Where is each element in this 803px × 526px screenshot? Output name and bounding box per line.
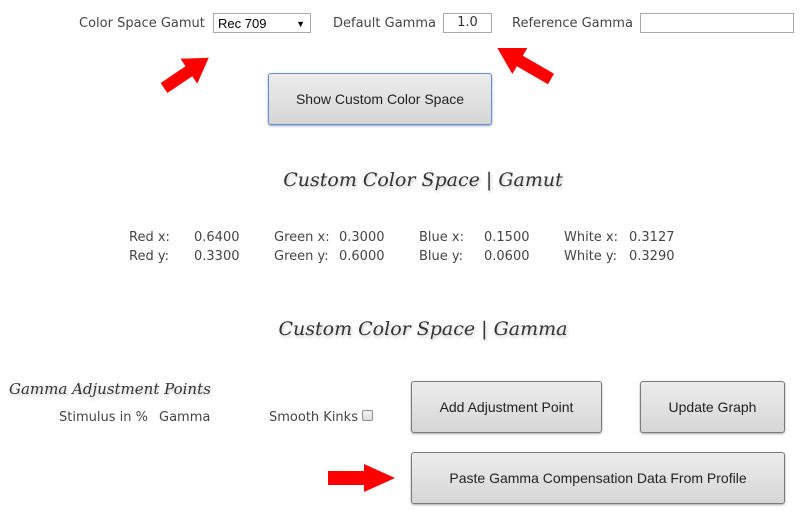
arrow-right-icon <box>328 464 395 492</box>
gamma-adjustment-title: Gamma Adjustment Points <box>9 380 211 398</box>
white-x-value: 0.3127 <box>629 230 675 245</box>
gamma-column-header: Gamma <box>159 410 211 425</box>
blue-x-label: Blue x: <box>419 230 464 245</box>
blue-y-label: Blue y: <box>419 249 464 264</box>
red-y-value: 0.3300 <box>194 249 240 264</box>
green-x-value: 0.3000 <box>339 230 385 245</box>
green-y-value: 0.6000 <box>339 249 385 264</box>
white-y-value: 0.3290 <box>629 249 675 264</box>
arrow-up-right-icon <box>160 57 209 93</box>
paste-gamma-data-button[interactable]: Paste Gamma Compensation Data From Profi… <box>411 452 785 504</box>
white-y-label: White y: <box>564 249 618 264</box>
blue-x-value: 0.1500 <box>484 230 530 245</box>
red-y-label: Red y: <box>129 249 169 264</box>
arrow-up-left-icon <box>497 48 554 85</box>
gamut-section-title: Custom Color Space | Gamut <box>283 169 563 191</box>
smooth-kinks-label: Smooth Kinks <box>269 410 358 425</box>
add-adjustment-point-button[interactable]: Add Adjustment Point <box>411 381 602 433</box>
update-graph-button[interactable]: Update Graph <box>640 381 785 433</box>
green-x-label: Green x: <box>274 230 330 245</box>
blue-y-value: 0.0600 <box>484 249 530 264</box>
white-x-label: White x: <box>564 230 619 245</box>
stimulus-column-header: Stimulus in % <box>59 410 148 425</box>
red-x-label: Red x: <box>129 230 170 245</box>
gamma-section-title: Custom Color Space | Gamma <box>278 318 568 340</box>
smooth-kinks-checkbox[interactable] <box>362 410 373 421</box>
green-y-label: Green y: <box>274 249 329 264</box>
red-x-value: 0.6400 <box>194 230 240 245</box>
show-custom-color-space-button[interactable]: Show Custom Color Space <box>268 73 492 125</box>
